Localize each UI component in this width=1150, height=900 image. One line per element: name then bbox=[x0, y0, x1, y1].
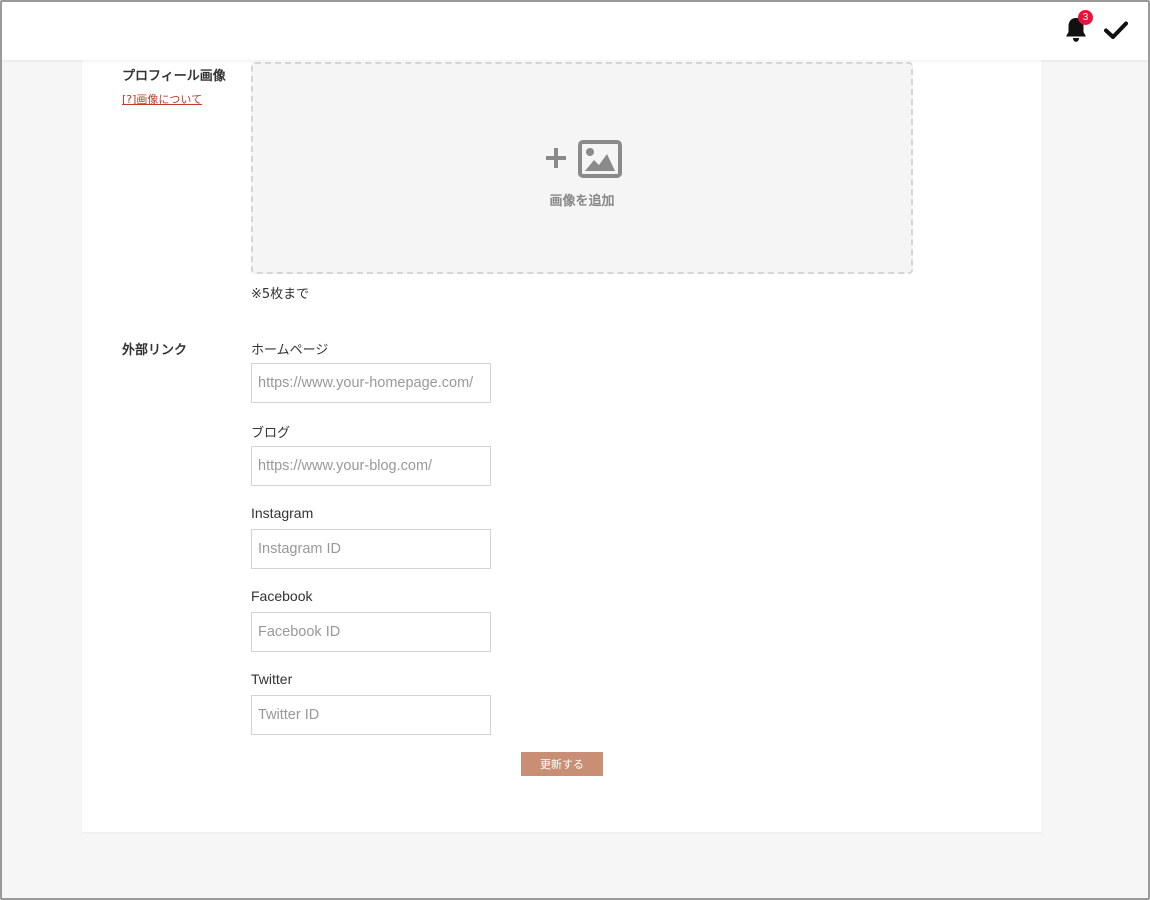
facebook-label: Facebook bbox=[251, 588, 313, 604]
add-image-label: 画像を追加 bbox=[549, 194, 615, 209]
blog-input[interactable] bbox=[251, 446, 491, 486]
plus-icon bbox=[546, 148, 566, 168]
instagram-label: Instagram bbox=[251, 505, 314, 521]
profile-image-label: プロフィール画像 bbox=[122, 69, 226, 84]
twitter-input[interactable] bbox=[251, 695, 491, 735]
top-bar: 3 bbox=[0, 0, 1150, 60]
image-icon bbox=[578, 140, 622, 178]
blog-label: ブログ bbox=[251, 426, 291, 441]
twitter-label: Twitter bbox=[251, 671, 293, 687]
instagram-input[interactable] bbox=[251, 529, 491, 569]
homepage-label: ホームページ bbox=[251, 343, 329, 358]
facebook-input[interactable] bbox=[251, 612, 491, 652]
image-limit-note: ※5枚まで bbox=[251, 287, 310, 302]
update-button[interactable]: 更新する bbox=[521, 752, 603, 776]
homepage-input[interactable] bbox=[251, 363, 491, 403]
checkmark-icon[interactable] bbox=[1104, 20, 1128, 40]
image-help-link[interactable]: [?]画像について bbox=[122, 91, 202, 107]
image-upload-dropzone[interactable]: 画像を追加 bbox=[251, 62, 913, 274]
notification-badge: 3 bbox=[1078, 10, 1093, 25]
external-links-label: 外部リンク bbox=[122, 343, 188, 358]
